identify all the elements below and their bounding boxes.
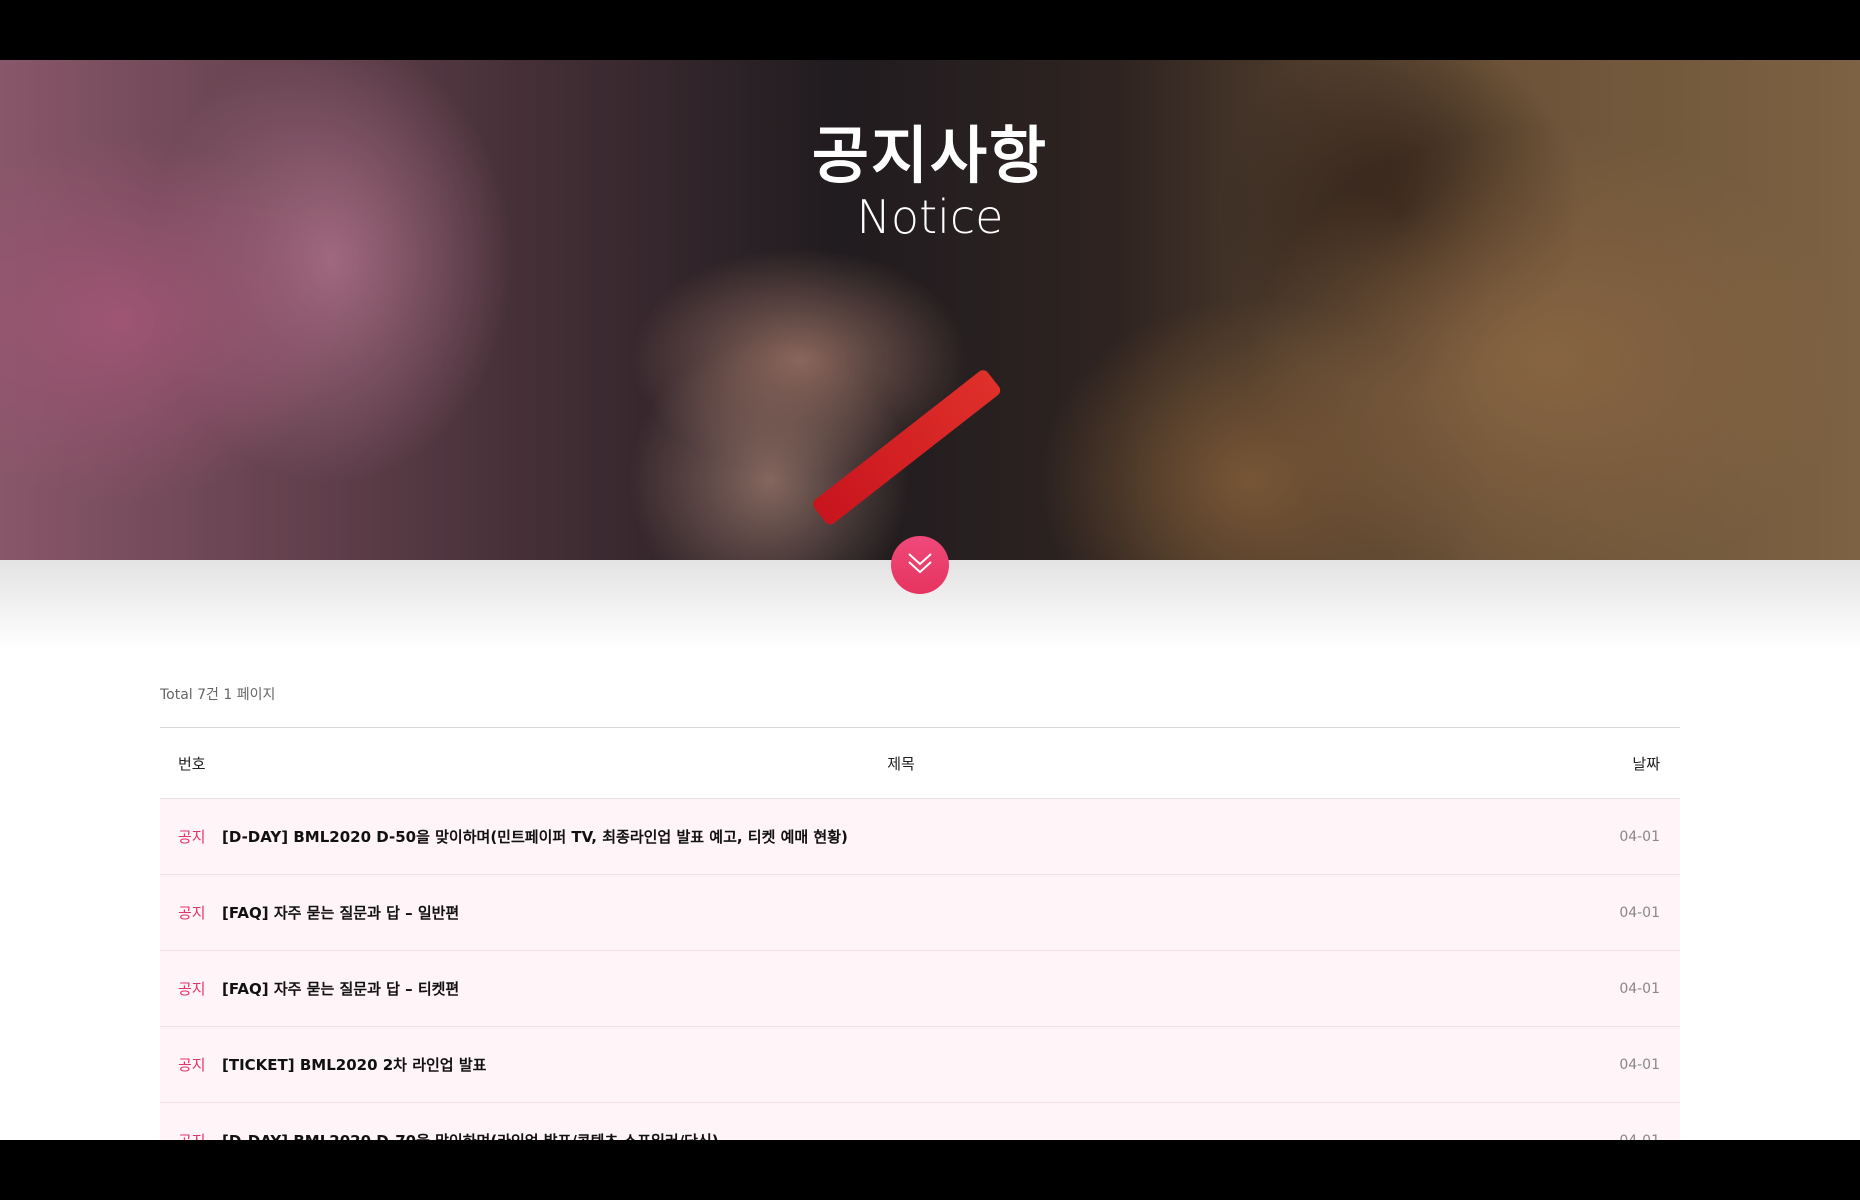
notice-title-link[interactable]: [FAQ] 자주 묻는 질문과 답 – 일반편 — [222, 902, 1580, 923]
total-count: Total 7건 1 페이지 — [160, 687, 276, 703]
notice-badge: 공지 — [178, 980, 206, 998]
table-row[interactable]: 공지 [TICKET] BML2020 2차 라인업 발표 04-01 — [160, 1027, 1680, 1103]
table-row[interactable]: 공지 [FAQ] 자주 묻는 질문과 답 – 티켓편 04-01 — [160, 951, 1680, 1027]
notice-date: 04-01 — [1619, 1056, 1660, 1073]
table-row[interactable]: 공지 [D-DAY] BML2020 D-50을 맞이하며(민트페이퍼 TV, … — [160, 799, 1680, 875]
page-subtitle: Notice — [856, 190, 1004, 244]
column-date: 날짜 — [1632, 754, 1660, 773]
notice-badge: 공지 — [160, 1130, 222, 1140]
notice-badge: 공지 — [178, 828, 206, 846]
notice-title-link[interactable]: [TICKET] BML2020 2차 라인업 발표 — [222, 1054, 1580, 1075]
notice-date: 04-01 — [1619, 904, 1660, 921]
notice-board: 번호 제목 날짜 공지 [D-DAY] BML2020 D-50을 맞이하며(민… — [160, 727, 1680, 1140]
notice-date: 04-01 — [1619, 980, 1660, 997]
hero-banner: 공지사항 Notice — [0, 60, 1860, 560]
notice-title-link[interactable]: [D-DAY] BML2020 D-50을 맞이하며(민트페이퍼 TV, 최종라… — [222, 826, 1580, 847]
scroll-down-button[interactable] — [891, 536, 949, 594]
table-row[interactable]: 공지 [FAQ] 자주 묻는 질문과 답 – 일반편 04-01 — [160, 875, 1680, 951]
notice-title-link[interactable]: [FAQ] 자주 묻는 질문과 답 – 티켓편 — [222, 978, 1580, 999]
page-viewport: 공지사항 Notice Total 7건 1 페이지 번호 제목 날짜 공지 [… — [0, 60, 1860, 1140]
board-header: 번호 제목 날짜 — [160, 728, 1680, 799]
notice-badge: 공지 — [178, 904, 206, 922]
notice-date: 04-01 — [1580, 1133, 1680, 1141]
page-title: 공지사항 — [811, 119, 1049, 192]
table-row[interactable]: 공지 [D-DAY] BML2020 D-70을 맞이하며(라인업 발표/콘텐츠… — [160, 1103, 1680, 1140]
hero-photo-wristband — [810, 367, 1003, 527]
notice-date: 04-01 — [1619, 828, 1660, 845]
chevron-double-down-icon — [905, 550, 935, 580]
notice-badge: 공지 — [178, 1056, 206, 1074]
column-title: 제목 — [887, 754, 915, 773]
notice-title-link[interactable]: [D-DAY] BML2020 D-70을 맞이하며(라인업 발표/콘텐츠 스포… — [222, 1130, 1580, 1140]
column-number: 번호 — [178, 754, 206, 773]
